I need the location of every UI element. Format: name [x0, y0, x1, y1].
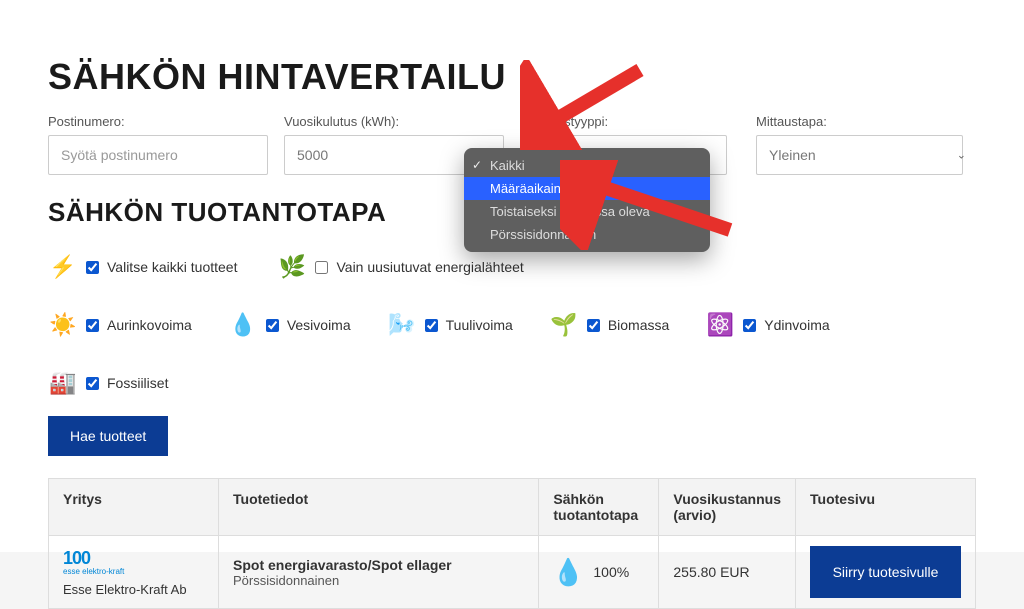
energy-bio: 🌱 Biomassa	[549, 310, 669, 340]
results-table: Yritys Tuotetiedot Sähkön tuotantotapa V…	[48, 478, 976, 609]
cell-production: 💧 100%	[539, 536, 659, 609]
checkbox-fossiili[interactable]	[86, 377, 99, 390]
dropdown-item-label: Määräaikainen	[490, 181, 575, 196]
dropdown-item-toistaiseksi[interactable]: Toistaiseksi voimassa oleva	[464, 200, 710, 223]
checkbox-bio[interactable]	[587, 319, 600, 332]
mittaustapa-select[interactable]	[756, 135, 963, 175]
energy-fossiili: 🏭 Fossiiliset	[48, 368, 168, 398]
energy-label: Ydinvoima	[764, 317, 829, 333]
cell-company: 100 esse elektro-kraft Esse Elektro-Kraf…	[49, 536, 219, 609]
company-name: Esse Elektro-Kraft Ab	[63, 582, 204, 597]
cell-goto: Siirry tuotesivulle	[796, 536, 976, 609]
dropdown-item-label: Kaikki	[490, 158, 525, 173]
sopimustyyppi-dropdown[interactable]: ✓ Kaikki Määräaikainen Toistaiseksi voim…	[464, 148, 710, 252]
product-name: Spot energiavarasto/Spot ellager	[233, 557, 524, 573]
check-icon: ✓	[472, 158, 482, 172]
production-pct: 100%	[593, 564, 629, 580]
th-yritys: Yritys	[49, 479, 219, 536]
postinumero-input[interactable]	[48, 135, 268, 175]
filter-mittaustapa: Mittaustapa: ⌄	[756, 114, 976, 175]
cell-cost: 255.80 EUR	[659, 536, 796, 609]
atom-icon: ⚛️	[705, 310, 735, 340]
cost-value: 255.80 EUR	[673, 564, 749, 580]
postinumero-label: Postinumero:	[48, 114, 268, 129]
water-icon: 💧	[228, 310, 258, 340]
energy-renewable: 🌿 Vain uusiutuvat energialähteet	[277, 252, 523, 282]
dropdown-item-kaikki[interactable]: ✓ Kaikki	[464, 154, 710, 177]
dropdown-item-label: Toistaiseksi voimassa oleva	[490, 204, 650, 219]
energy-label: Fossiiliset	[107, 375, 168, 391]
company-logo-sub: esse elektro-kraft	[63, 567, 204, 576]
bolt-icon: ⚡	[48, 252, 78, 282]
page-title: SÄHKÖN HINTAVERTAILU	[48, 0, 976, 114]
checkbox-aurinko[interactable]	[86, 319, 99, 332]
energy-label: Biomassa	[608, 317, 669, 333]
wind-icon: 🌬️	[387, 310, 417, 340]
energy-label: Tuulivoima	[446, 317, 513, 333]
th-tuotantotapa: Sähkön tuotantotapa	[539, 479, 659, 536]
dropdown-item-label: Pörssisidonnainen	[490, 227, 596, 242]
th-tuotesivu: Tuotesivu	[796, 479, 976, 536]
cell-product: Spot energiavarasto/Spot ellager Pörssis…	[219, 536, 539, 609]
checkbox-ydin[interactable]	[743, 319, 756, 332]
checkbox-all[interactable]	[86, 261, 99, 274]
energy-ydin: ⚛️ Ydinvoima	[705, 310, 829, 340]
energy-tuuli: 🌬️ Tuulivoima	[387, 310, 513, 340]
production-icon: 💧	[553, 557, 583, 587]
energy-all: ⚡ Valitse kaikki tuotteet	[48, 252, 237, 282]
energy-label: Vesivoima	[287, 317, 351, 333]
sun-icon: ☀️	[48, 310, 78, 340]
th-tuotetiedot: Tuotetiedot	[219, 479, 539, 536]
checkbox-tuuli[interactable]	[425, 319, 438, 332]
th-kustannus: Vuosikustannus (arvio)	[659, 479, 796, 536]
mittaustapa-label: Mittaustapa:	[756, 114, 976, 129]
energy-all-label: Valitse kaikki tuotteet	[107, 259, 237, 275]
checkbox-vesi[interactable]	[266, 319, 279, 332]
energy-renewable-label: Vain uusiutuvat energialähteet	[336, 259, 523, 275]
leaf-icon: 🌿	[277, 252, 307, 282]
filter-postinumero: Postinumero:	[48, 114, 268, 175]
energy-label: Aurinkovoima	[107, 317, 192, 333]
dropdown-item-porssi[interactable]: Pörssisidonnainen	[464, 223, 710, 246]
energy-aurinko: ☀️ Aurinkovoima	[48, 310, 192, 340]
search-button[interactable]: Hae tuotteet	[48, 416, 168, 456]
sopimustyyppi-label: Sopimustyyppi:	[520, 114, 740, 129]
vuosikulutus-label: Vuosikulutus (kWh):	[284, 114, 504, 129]
factory-icon: 🏭	[48, 368, 78, 398]
product-type: Pörssisidonnainen	[233, 573, 524, 588]
energy-vesi: 💧 Vesivoima	[228, 310, 351, 340]
energy-types-row2: ☀️ Aurinkovoima 💧 Vesivoima 🌬️ Tuulivoim…	[48, 300, 976, 398]
table-row: 100 esse elektro-kraft Esse Elektro-Kraf…	[49, 536, 976, 609]
plant-icon: 🌱	[549, 310, 579, 340]
goto-product-button[interactable]: Siirry tuotesivulle	[810, 546, 961, 598]
dropdown-item-maaraaikainen[interactable]: Määräaikainen	[464, 177, 710, 200]
checkbox-renewable[interactable]	[315, 261, 328, 274]
company-logo: 100	[63, 548, 204, 569]
